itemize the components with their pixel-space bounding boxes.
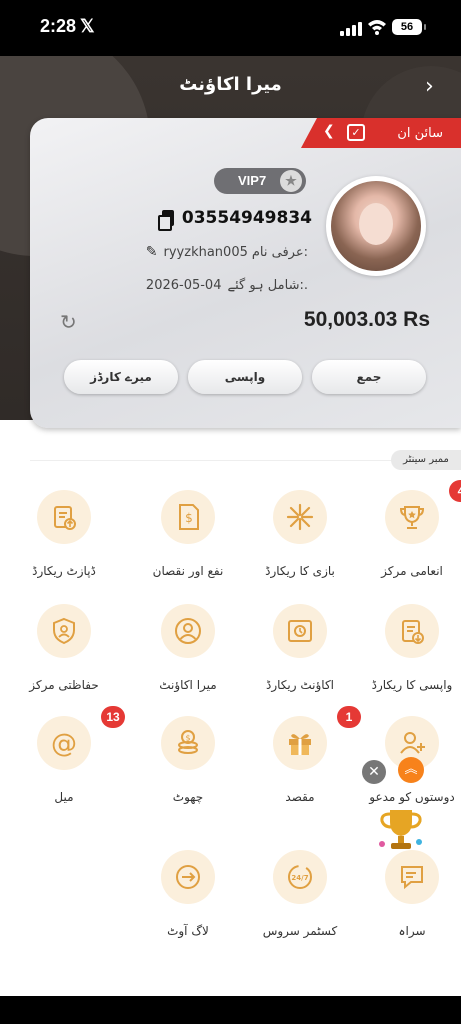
close-icon[interactable]: ✕: [362, 760, 386, 784]
member-item[interactable]: سراہ: [356, 850, 461, 960]
avatar[interactable]: [326, 176, 426, 276]
floating-trophy-icon[interactable]: [376, 806, 426, 852]
signin-button[interactable]: ❮ ✓ سائن ان: [301, 118, 461, 148]
joined-row: 2026-05-04 شامل ہو گئے:.: [138, 275, 308, 295]
chevron-left-icon: ❮: [323, 123, 335, 139]
balance-amount: 50,003.03 Rs: [303, 308, 430, 331]
nickname-label: عرفی نام:: [251, 244, 308, 260]
shield-icon: [37, 604, 91, 658]
joined-date: 2026-05-04: [145, 277, 222, 293]
notification-badge: 13: [101, 706, 125, 728]
member-item-label: نفع اور نقصان: [152, 564, 224, 578]
game-record-icon: [273, 490, 327, 544]
battery-icon: 56: [392, 19, 426, 35]
member-item-label: کسٹمر سروس: [262, 924, 338, 938]
joined-label: شامل ہو گئے:.: [227, 277, 308, 293]
svg-text:24/7: 24/7: [291, 874, 308, 882]
member-item[interactable]: واپسی کا ریکارڈ: [356, 604, 461, 714]
member-item-label: مقصد: [285, 790, 315, 804]
coins-icon: $: [161, 716, 215, 770]
edit-pencil-icon[interactable]: ✎: [146, 244, 158, 260]
member-item-label: میرا اکاؤنٹ: [159, 678, 217, 692]
signal-icon: [340, 22, 362, 36]
member-item[interactable]: حفاظتی مرکز: [8, 604, 120, 714]
withdraw-record-icon: [385, 604, 439, 658]
account-record-icon: [273, 604, 327, 658]
member-item[interactable]: ڈپازٹ ریکارڈ: [8, 490, 120, 600]
deposit-button[interactable]: جمع: [312, 360, 426, 394]
member-item[interactable]: $ نفع اور نقصان: [132, 490, 244, 600]
member-item-label: لاگ آوٹ: [167, 924, 209, 938]
signin-label: سائن ان: [397, 125, 443, 141]
page-title: میرا اکاؤنٹ: [179, 74, 282, 95]
home-indicator-bar: [0, 996, 461, 1024]
member-item[interactable]: لاگ آوٹ: [132, 850, 244, 960]
svg-text:$: $: [185, 511, 193, 525]
member-item[interactable]: $ چھوٹ: [132, 716, 244, 826]
trophy-icon: 4: [385, 480, 461, 544]
member-item-label: چھوٹ: [172, 790, 204, 804]
member-center-tag: ممبر سینٹر: [391, 450, 461, 470]
member-item[interactable]: @13 میل: [8, 706, 125, 826]
copy-icon[interactable]: [158, 210, 174, 231]
feedback-icon: [385, 850, 439, 904]
status-time: 2:28: [40, 16, 77, 36]
gift-icon: 1: [273, 706, 361, 770]
member-item-label: حفاظتی مرکز: [29, 678, 99, 692]
phone-row: 03554949834: [158, 204, 312, 232]
nickname-value: ryyzkhan005: [163, 244, 248, 260]
account-card: ❮ ✓ سائن ان VIP7 ★ 03554949834 ✎ ryyzkha…: [30, 118, 461, 428]
notification-badge: 1: [337, 706, 361, 728]
notification-badge: 4: [449, 480, 461, 502]
refresh-icon[interactable]: ↻: [60, 310, 84, 334]
member-item-label: ڈپازٹ ریکارڈ: [32, 564, 96, 578]
scroll-up-icon[interactable]: ︽: [398, 757, 424, 783]
member-item-label: دوستوں کو مدعو: [369, 790, 455, 804]
member-item-label: اکاؤنٹ ریکارڈ: [266, 678, 334, 692]
member-item-label: سراہ: [398, 924, 426, 938]
user-icon: [161, 604, 215, 658]
mail-icon: @13: [37, 706, 125, 770]
checkbox-icon: ✓: [347, 124, 365, 141]
vip-badge[interactable]: VIP7 ★: [214, 168, 306, 194]
vip-star-icon: ★: [280, 170, 302, 192]
member-item-label: واپسی کا ریکارڈ: [371, 678, 453, 692]
logout-icon: [161, 850, 215, 904]
support-24-7-icon: 24/7: [273, 850, 327, 904]
member-item[interactable]: بازی کا ریکارڈ: [244, 490, 356, 600]
svg-text:$: $: [185, 734, 190, 743]
avatar-photo: [331, 181, 421, 271]
vip-level: VIP7: [238, 173, 267, 188]
member-item-label: میل: [54, 790, 74, 804]
status-bar: 2:28 𝕏 56: [0, 0, 461, 56]
member-item[interactable]: 4 انعامی مرکز: [356, 480, 461, 600]
phone-number: 03554949834: [181, 208, 312, 228]
member-item-label: بازی کا ریکارڈ: [265, 564, 335, 578]
back-chevron-icon[interactable]: ›: [425, 74, 447, 102]
svg-text:@: @: [51, 729, 77, 758]
wifi-icon: [368, 20, 386, 35]
member-item[interactable]: 1 مقصد: [244, 706, 361, 826]
x-logo-icon: 𝕏: [80, 16, 95, 36]
withdraw-button[interactable]: واپسی: [188, 360, 302, 394]
nickname-row: ✎ ryyzkhan005 عرفی نام:: [138, 242, 308, 262]
member-item[interactable]: اکاؤنٹ ریکارڈ: [244, 604, 356, 714]
divider: [30, 460, 430, 461]
member-item-label: انعامی مرکز: [381, 564, 443, 578]
my-cards-button[interactable]: میرے کارڈز: [64, 360, 178, 394]
profit-loss-icon: $: [161, 490, 215, 544]
member-item[interactable]: میرا اکاؤنٹ: [132, 604, 244, 714]
deposit-record-icon: [37, 490, 91, 544]
member-item[interactable]: 24/7 کسٹمر سروس: [244, 850, 356, 960]
